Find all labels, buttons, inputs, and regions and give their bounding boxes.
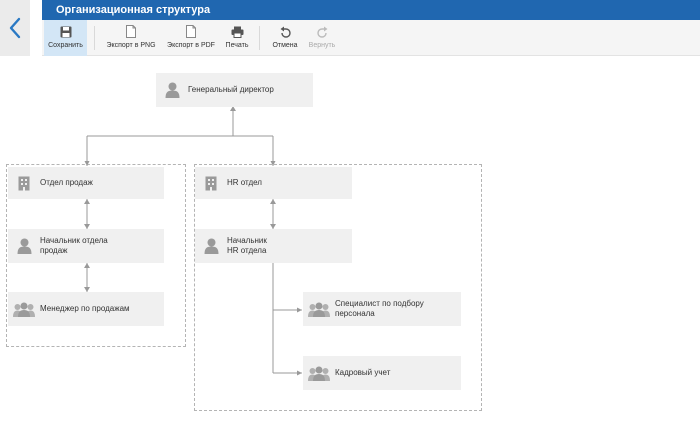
save-icon bbox=[60, 25, 72, 38]
node-sales-head[interactable]: Начальник отдела продаж bbox=[8, 229, 164, 263]
export-pdf-button[interactable]: Экспорт в PDF bbox=[163, 20, 219, 56]
export-pdf-label: Экспорт в PDF bbox=[167, 42, 215, 49]
page-title: Организационная структура bbox=[42, 0, 700, 20]
node-hr-head[interactable]: Начальник HR отдела bbox=[195, 229, 352, 263]
node-recruiter[interactable]: Специалист по подбору персонала bbox=[303, 292, 461, 326]
undo-button[interactable]: Отмена bbox=[268, 20, 302, 56]
node-label: Кадровый учет bbox=[335, 368, 391, 378]
node-personnel-records[interactable]: Кадровый учет bbox=[303, 356, 461, 390]
toolbar-separator bbox=[94, 26, 95, 50]
group-icon bbox=[8, 302, 40, 317]
person-icon bbox=[156, 82, 188, 98]
building-icon bbox=[8, 176, 40, 191]
group-icon bbox=[303, 366, 335, 381]
toolbar-separator bbox=[259, 26, 260, 50]
node-hr-department[interactable]: HR отдел bbox=[195, 167, 352, 199]
undo-label: Отмена bbox=[272, 42, 298, 49]
node-label: HR отдел bbox=[227, 178, 262, 188]
printer-icon bbox=[231, 25, 244, 38]
node-label: Начальник отдела продаж bbox=[40, 236, 108, 255]
redo-icon bbox=[316, 25, 328, 38]
chevron-left-icon bbox=[9, 17, 21, 39]
png-file-icon bbox=[126, 25, 136, 38]
org-chart-canvas[interactable]: Генеральный директор Отдел продаж Началь… bbox=[0, 57, 700, 441]
node-sales-manager[interactable]: Менеджер по продажам bbox=[8, 292, 164, 326]
redo-label: Вернуть bbox=[308, 42, 336, 49]
node-general-director[interactable]: Генеральный директор bbox=[156, 73, 313, 107]
node-label: Начальник HR отдела bbox=[227, 236, 267, 255]
export-png-button[interactable]: Экспорт в PNG bbox=[101, 20, 161, 56]
back-button[interactable] bbox=[0, 0, 30, 56]
toolbar: Сохранить Экспорт в PNG Экспорт в PDF Пе… bbox=[42, 20, 700, 56]
building-icon bbox=[195, 176, 227, 191]
node-label: Генеральный директор bbox=[188, 85, 274, 95]
export-png-label: Экспорт в PNG bbox=[106, 42, 156, 49]
redo-button[interactable]: Вернуть bbox=[305, 20, 339, 56]
node-label: Отдел продаж bbox=[40, 178, 93, 188]
node-label: Специалист по подбору персонала bbox=[335, 299, 424, 318]
save-label: Сохранить bbox=[48, 42, 83, 49]
pdf-file-icon bbox=[186, 25, 196, 38]
undo-icon bbox=[280, 25, 291, 38]
group-icon bbox=[303, 302, 335, 317]
print-button[interactable]: Печать bbox=[222, 20, 252, 56]
print-label: Печать bbox=[225, 42, 249, 49]
node-sales-department[interactable]: Отдел продаж bbox=[8, 167, 164, 199]
person-icon bbox=[8, 238, 40, 254]
node-label: Менеджер по продажам bbox=[40, 304, 130, 314]
save-button[interactable]: Сохранить bbox=[44, 20, 87, 56]
person-icon bbox=[195, 238, 227, 254]
